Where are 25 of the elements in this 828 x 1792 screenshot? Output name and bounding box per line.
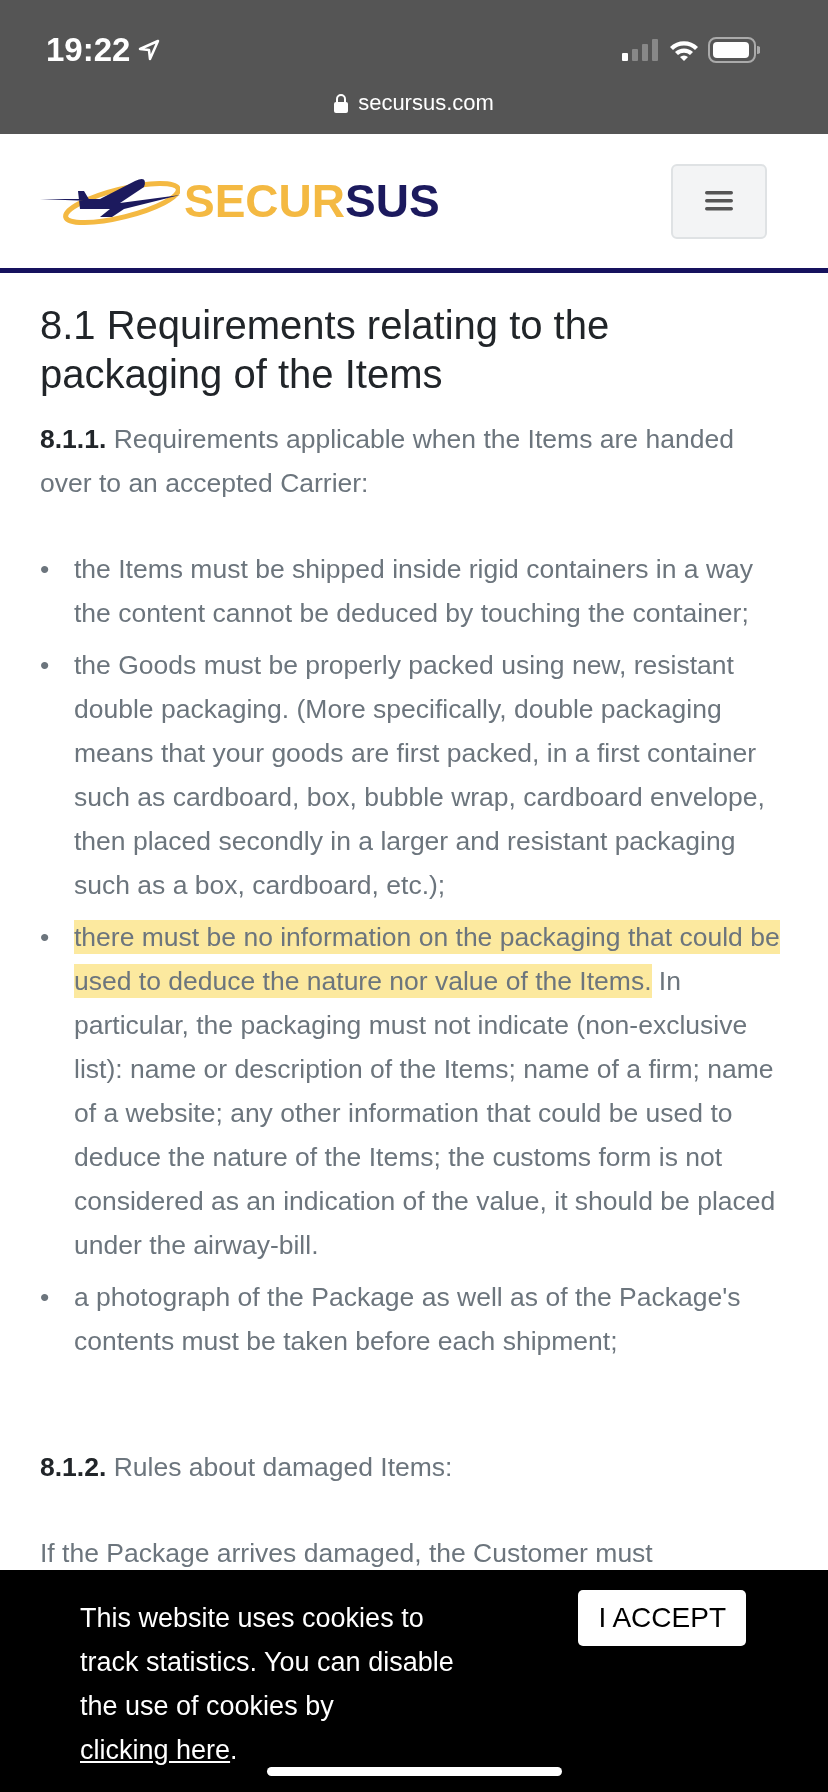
wifi-icon (668, 38, 700, 62)
bullet: • (40, 553, 51, 586)
clause-text: 8.1.1. Requirements applicable when the Items are handed over to an accepted Carrier: (40, 423, 735, 500)
status-time: 19:22 (46, 31, 131, 69)
bullet: • (40, 649, 51, 682)
menu-icon (705, 191, 733, 211)
section-title: 8.1 Requirements relating to the packaging of the Items (40, 302, 611, 398)
brand-name: SECURSUS (184, 174, 440, 228)
battery-icon (708, 37, 760, 63)
list-item-text: the Goods must be properly packed using new, resistant double packaging. (More specifically, double packaging means that your goods are first packed, in a first container such as cardboard, box, bubble wrap, cardboard envelope, then placed secondly in a larger and resistant packaging such as a box, cardboard, etc.); (74, 649, 766, 902)
list-item-text: a photograph of the Package as well as of the Package's contents must be taken before each shipment; (74, 1281, 742, 1358)
url-text[interactable]: secursus.com (358, 90, 494, 116)
site-logo[interactable]: SECURSUS (40, 169, 440, 233)
accept-button[interactable]: I ACCEPT (578, 1590, 746, 1646)
clause-text: 8.1.2. Rules about damaged Items: (40, 1451, 454, 1484)
bullet: • (40, 1281, 51, 1314)
location-arrow-icon (138, 39, 161, 61)
menu-button[interactable] (671, 163, 767, 239)
cookie-link[interactable]: clicking here (80, 1735, 231, 1765)
list-item-text: the Items must be shipped inside rigid containers in a way the content cannot be deduced by touching the container; (74, 553, 755, 630)
body-paragraph: If the Package arrives damaged, the Customer must (40, 1537, 654, 1570)
bullet: • (40, 921, 51, 954)
list-item-text: there must be no information on the packaging that could be used to deduce the nature nor value of the Items. In particular, the packaging must not indicate (non-exclusive list): name or description of the Items; name of a firm; name of a website; any other information that could be used to deduce the nature of the Items; the customs form is not considered as an indication of the value, it should be placed under the airway-bill. (74, 919, 781, 1262)
signal-icon (622, 38, 660, 62)
lock-icon (334, 93, 349, 113)
